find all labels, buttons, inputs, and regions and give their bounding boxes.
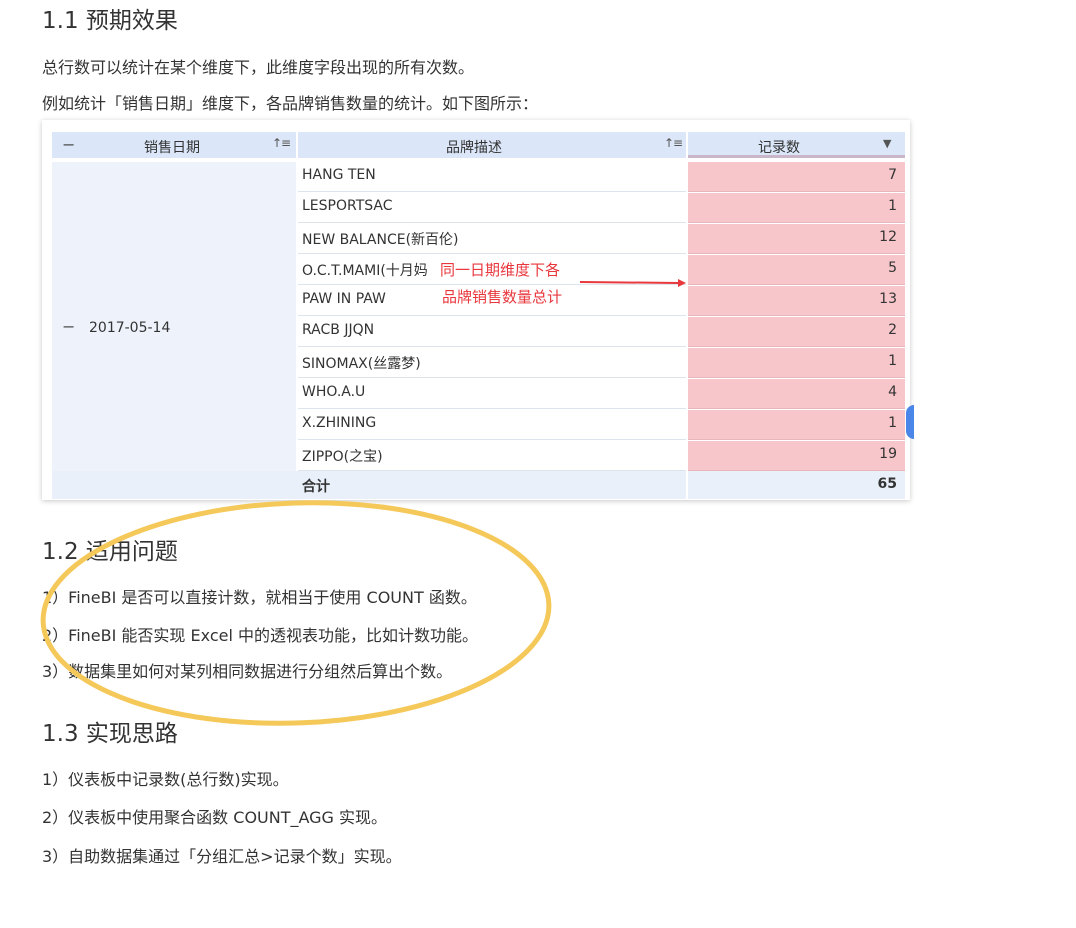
section-2-item-3: 3）数据集里如何对某列相同数据进行分组然后算出个数。 (42, 662, 453, 681)
section-2-item-1: 1）FineBI 是否可以直接计数，就相当于使用 COUNT 函数。 (42, 588, 477, 607)
section-3-item-2: 2）仪表板中使用聚合函数 COUNT_AGG 实现。 (42, 808, 388, 827)
section-3-item-1: 1）仪表板中记录数(总行数)实现。 (42, 770, 289, 789)
section-3-title: 1.3 实现思路 (42, 721, 178, 747)
section-1-title: 1.1 预期效果 (42, 8, 178, 34)
section-1-paragraph-2: 例如统计「销售日期」维度下，各品牌销售数量的统计。如下图所示： (42, 94, 539, 113)
section-2-title: 1.2 适用问题 (42, 539, 178, 565)
section-3-item-3: 3）自助数据集通过「分组汇总>记录个数」实现。 (42, 847, 402, 866)
floating-handle[interactable] (906, 405, 914, 439)
section-1-paragraph-1: 总行数可以统计在某个维度下，此维度字段出现的所有次数。 (42, 58, 475, 77)
annotation-arrow (579, 279, 686, 287)
section-2-item-2: 2）FineBI 能否实现 Excel 中的透视表功能，比如计数功能。 (42, 626, 478, 645)
table-screenshot: − 销售日期 ↑≡ 品牌描述 ↑≡ 记录数 ▼ − 2017-05-14 HAN… (42, 120, 914, 500)
